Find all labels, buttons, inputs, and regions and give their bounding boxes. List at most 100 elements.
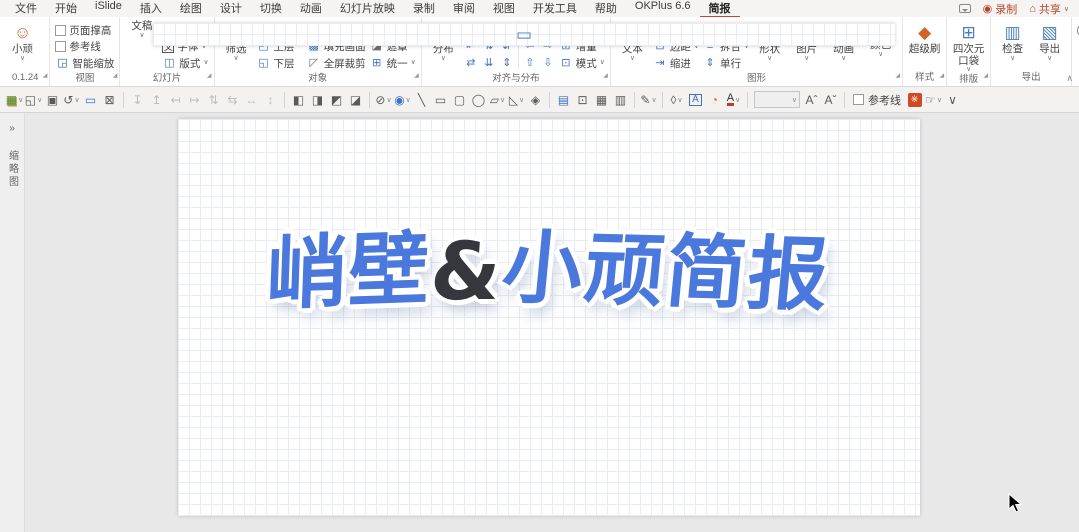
close-icon[interactable]: ⊠ bbox=[100, 90, 119, 110]
dialog-launcher-icon[interactable]: ◢ bbox=[207, 70, 212, 83]
font-size-combo[interactable]: ∨ bbox=[754, 91, 800, 108]
menu-tab-设计[interactable]: 设计 bbox=[211, 0, 251, 18]
collapse-ribbon-icon[interactable]: ∧ bbox=[1066, 73, 1073, 84]
menu-tab-开始[interactable]: 开始 bbox=[46, 0, 86, 18]
indent-button[interactable]: ⇥ 缩进 bbox=[653, 55, 699, 72]
line-icon[interactable]: ╲ bbox=[412, 90, 431, 110]
xiaowan-button[interactable]: ☺ 小顽 ∨ bbox=[4, 19, 41, 62]
menu-tab-帮助[interactable]: 帮助 bbox=[586, 0, 626, 18]
quick-color-icon[interactable]: ▦ ∨ bbox=[5, 90, 24, 110]
align-bottom-icon[interactable]: ↧ bbox=[128, 90, 147, 110]
red-plugin-icon-glyph: ※ bbox=[907, 92, 922, 107]
comments-icon[interactable] bbox=[958, 4, 971, 13]
freeform-icon[interactable]: ◺ ∨ bbox=[507, 90, 526, 110]
dialog-launcher-icon[interactable]: ◢ bbox=[43, 70, 48, 83]
rounded-rectangle-icon[interactable]: ▢ bbox=[450, 90, 469, 110]
move-up-icon[interactable]: ⇧ bbox=[523, 55, 537, 72]
4d-pocket-button[interactable]: ⊞ 四次元口袋 ∨ bbox=[950, 19, 987, 73]
dialog-launcher-icon[interactable]: ◢ bbox=[113, 70, 118, 83]
dialog-launcher-icon[interactable]: ◢ bbox=[984, 70, 989, 83]
distribute-h-icon[interactable]: ⇄ bbox=[464, 55, 478, 72]
menu-tab-录制[interactable]: 录制 bbox=[404, 0, 444, 18]
menu-tab-开发工具[interactable]: 开发工具 bbox=[524, 0, 586, 18]
play-slide-icon[interactable]: ▭ bbox=[81, 90, 100, 110]
send-backward-button[interactable]: ◱ 下层 bbox=[257, 55, 303, 72]
red-plugin-icon[interactable]: ※ bbox=[905, 90, 924, 110]
distribute-v-icon[interactable]: ↕ bbox=[261, 90, 280, 110]
dialog-launcher-icon[interactable]: ◢ bbox=[414, 70, 419, 83]
fill-color-icon[interactable]: ◊ ∨ bbox=[667, 90, 686, 110]
guides-checkbox[interactable]: 参考线 bbox=[55, 39, 114, 56]
pen-edit-icon[interactable]: ✎ ∨ bbox=[639, 90, 658, 110]
rectangle-icon[interactable]: ▭ bbox=[431, 90, 450, 110]
save-as-icon[interactable]: ◱ ∨ bbox=[24, 90, 43, 110]
export-button[interactable]: ▧ 导出 ∨ bbox=[1031, 19, 1068, 62]
boolean-ops-icon[interactable]: ⊘ ∨ bbox=[374, 90, 393, 110]
dialog-launcher-icon[interactable]: ◢ bbox=[940, 70, 945, 83]
guides-checkbox[interactable]: 参考线 bbox=[853, 92, 901, 108]
color-wheel-icon[interactable]: ◔ bbox=[705, 90, 724, 110]
page-stretch-checkbox-box[interactable] bbox=[55, 24, 67, 36]
format-painter-icon[interactable]: ◈ bbox=[526, 90, 545, 110]
picture-export-icon[interactable]: ▥ bbox=[611, 90, 630, 110]
menu-tab-插入[interactable]: 插入 bbox=[131, 0, 171, 18]
undo-icon[interactable]: ↺ ∨ bbox=[62, 90, 81, 110]
grow-font-icon[interactable]: Aˆ bbox=[802, 90, 821, 110]
menu-tab-动画[interactable]: 动画 bbox=[291, 0, 331, 18]
dialog-launcher-icon[interactable]: ◢ bbox=[896, 70, 901, 83]
smart-zoom-button[interactable]: ◲ 智能缩放 bbox=[55, 55, 114, 72]
expand-panel-icon[interactable]: » bbox=[9, 123, 15, 134]
mode-button[interactable]: ⊡ 模式 ∨ bbox=[559, 55, 605, 72]
menu-tab-iSlide[interactable]: iSlide bbox=[86, 0, 131, 18]
regroup-icon[interactable]: ◩ bbox=[327, 90, 346, 110]
save-icon[interactable]: ▣ bbox=[43, 90, 62, 110]
menu-tab-绘图[interactable]: 绘图 bbox=[171, 0, 211, 18]
guides-checkbox-box[interactable] bbox=[55, 41, 67, 53]
align-bottom-icon[interactable]: ⇊ bbox=[482, 55, 496, 72]
distribute-h-icon[interactable]: ↔ bbox=[242, 90, 261, 110]
dialog-launcher-icon[interactable]: ◢ bbox=[603, 70, 608, 83]
share-button[interactable]: ⌂ 共享 ∨ bbox=[1029, 1, 1069, 17]
unify-button[interactable]: ⊞ 统一 ∨ bbox=[370, 55, 416, 72]
picture-fill-icon[interactable]: ▦ bbox=[592, 90, 611, 110]
font-color-icon[interactable]: A ∨ bbox=[724, 90, 743, 110]
shapes-gallery-icon[interactable]: ▱ ∨ bbox=[488, 90, 507, 110]
guides-checkbox-box[interactable] bbox=[853, 94, 864, 105]
align-center-icon[interactable]: ⇅ bbox=[204, 90, 223, 110]
document-button[interactable]: ▭ 文稿 ∨ bbox=[123, 19, 895, 46]
move-down-icon[interactable]: ⇩ bbox=[541, 55, 555, 72]
arrange-icon[interactable]: ◪ bbox=[346, 90, 365, 110]
align-left-icon[interactable]: ↤ bbox=[166, 90, 185, 110]
menu-tab-OKPlus 6.6[interactable]: OKPlus 6.6 bbox=[626, 0, 700, 18]
menu-tab-文件[interactable]: 文件 bbox=[6, 0, 46, 18]
menu-tab-幻灯片放映[interactable]: 幻灯片放映 bbox=[331, 0, 404, 18]
align-equalize-icon[interactable]: ⇕ bbox=[500, 55, 514, 72]
menu-tab-切换[interactable]: 切换 bbox=[251, 0, 291, 18]
align-middle-icon[interactable]: ⇆ bbox=[223, 90, 242, 110]
crop-icon[interactable]: ⊡ bbox=[573, 90, 592, 110]
fullscreen-crop-button[interactable]: ◸ 全屏裁剪 bbox=[307, 55, 365, 72]
single-line-button[interactable]: ⇕ 单行 bbox=[703, 55, 749, 72]
slide-title-text[interactable]: 峭壁&小顽简报 bbox=[174, 207, 924, 323]
ungroup-icon[interactable]: ◨ bbox=[308, 90, 327, 110]
check-button[interactable]: ▥ 检查 ∨ bbox=[994, 19, 1031, 62]
align-right-icon[interactable]: ↦ bbox=[185, 90, 204, 110]
layout-button[interactable]: ◫ 版式 ∨ bbox=[162, 55, 208, 72]
shrink-font-icon[interactable]: Aˇ bbox=[821, 90, 840, 110]
thumbnail-panel-collapsed[interactable]: » 缩略图 bbox=[0, 113, 25, 532]
overflow-icon[interactable]: ∨ bbox=[943, 90, 962, 110]
menu-tab-简报[interactable]: 简报 bbox=[699, 0, 740, 18]
align-top-icon[interactable]: ↥ bbox=[147, 90, 166, 110]
menu-tab-视图[interactable]: 视图 bbox=[484, 0, 524, 18]
menu-tab-审阅[interactable]: 审阅 bbox=[444, 0, 484, 18]
merge-shapes-icon[interactable]: ◉ ∨ bbox=[393, 90, 412, 110]
click-through-icon[interactable]: ☞ ∨ bbox=[924, 90, 943, 110]
slide-canvas[interactable]: 峭壁&小顽简报 bbox=[178, 119, 920, 516]
picture-icon[interactable]: ▤ bbox=[554, 90, 573, 110]
oval-icon[interactable]: ◯ bbox=[469, 90, 488, 110]
record-button[interactable]: ◉ 录制 bbox=[983, 1, 1018, 17]
page-stretch-checkbox[interactable]: 页面撑高 bbox=[55, 22, 114, 39]
text-box-icon[interactable]: A bbox=[686, 90, 705, 110]
super-brush-button[interactable]: ◆ 超级刷 bbox=[906, 19, 943, 56]
group-icon[interactable]: ◧ bbox=[289, 90, 308, 110]
